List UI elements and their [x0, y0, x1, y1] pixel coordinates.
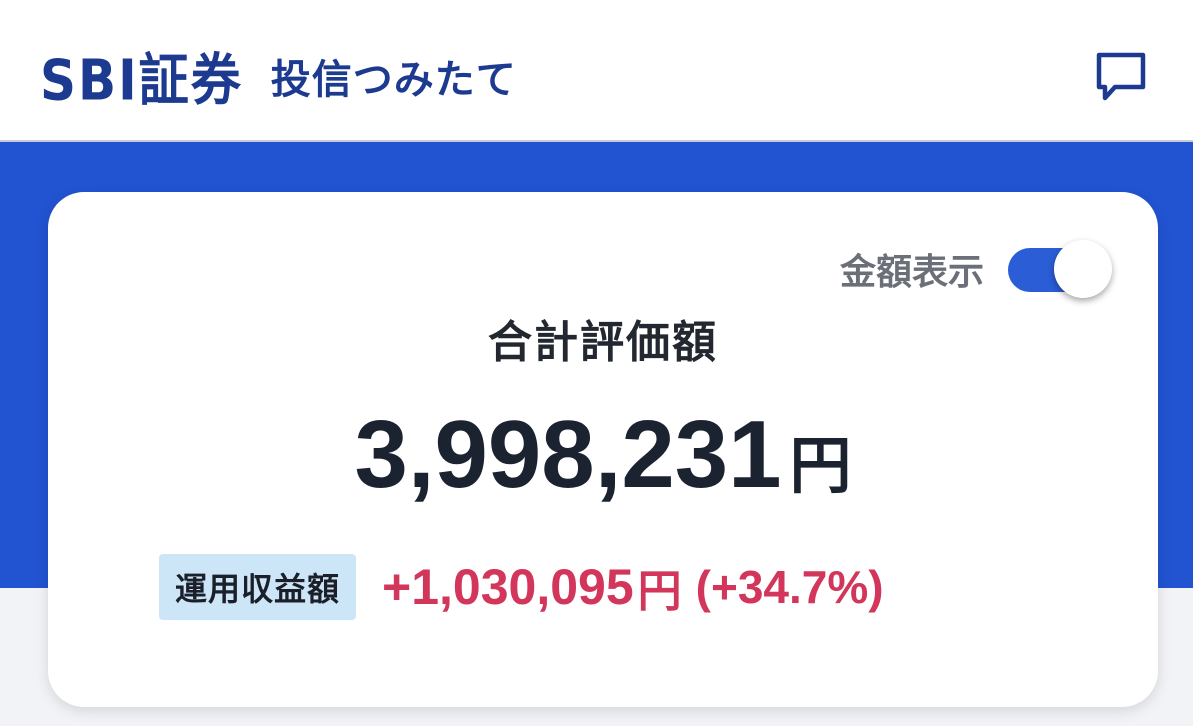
brand-logo-text: SBI証券 — [40, 48, 243, 113]
profit-row: 運用収益額 +1,030,095 円 (+34.7%) — [159, 554, 884, 620]
total-valuation-label: 合計評価額 — [488, 317, 718, 368]
app-header: SBI証券 投信つみたて — [0, 0, 1193, 142]
amount-display-toggle[interactable] — [1008, 240, 1114, 298]
service-title: 投信つみたて — [270, 57, 517, 103]
profit-label-badge: 運用収益額 — [159, 554, 357, 620]
chat-button[interactable] — [1088, 44, 1154, 110]
total-valuation-amount: 3,998,231 円 — [48, 400, 1158, 510]
total-valuation-value: 3,998,231 — [354, 401, 782, 508]
profit-value: +1,030,095 — [382, 559, 634, 615]
logo: SBI証券 投信つみたて — [40, 38, 517, 114]
amount-display-label: 金額表示 — [839, 252, 984, 293]
total-valuation-unit: 円 — [789, 429, 852, 502]
toggle-knob — [1054, 240, 1112, 298]
chat-bubble-icon — [1096, 52, 1146, 101]
profit-unit: 円 — [637, 566, 682, 617]
profit-percent: (+34.7%) — [695, 561, 884, 613]
summary-card: 金額表示 合計評価額 3,998,231 円 運用収益額 +1,030,095 円 … — [48, 192, 1158, 707]
amount-display-toggle-group: 金額表示 — [840, 240, 1114, 298]
